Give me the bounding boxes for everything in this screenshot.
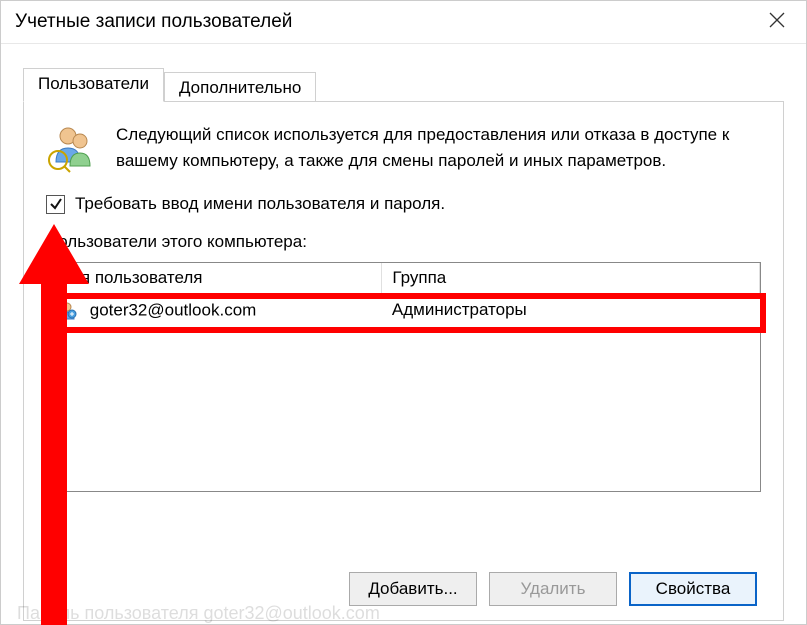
window-title: Учетные записи пользователей <box>15 11 292 33</box>
table-header-row: Имя пользователя Группа <box>47 263 760 293</box>
user-icon <box>57 300 77 320</box>
user-buttons-row: Добавить... Удалить Свойства <box>349 572 757 606</box>
close-icon[interactable] <box>760 7 794 37</box>
require-login-checkbox-row: Требовать ввод имени пользователя и паро… <box>46 194 761 214</box>
users-group-icon <box>46 122 98 174</box>
column-header-group[interactable]: Группа <box>382 263 760 293</box>
user-accounts-window: Учетные записи пользователей Пользовател… <box>0 0 807 625</box>
cell-group: Администраторы <box>382 293 760 326</box>
cutoff-text: Пароль пользователя goter32@outlook.com <box>17 603 380 624</box>
delete-button: Удалить <box>489 572 617 606</box>
require-login-label: Требовать ввод имени пользователя и паро… <box>75 194 445 214</box>
user-list-caption: Пользователи этого компьютера: <box>46 232 761 252</box>
column-header-username[interactable]: Имя пользователя <box>47 263 382 293</box>
user-table-container: Имя пользователя Группа <box>46 262 761 492</box>
titlebar: Учетные записи пользователей <box>1 1 806 44</box>
user-table: Имя пользователя Группа <box>47 263 760 326</box>
require-login-checkbox[interactable] <box>46 195 65 214</box>
tab-users[interactable]: Пользователи <box>23 68 164 102</box>
properties-button[interactable]: Свойства <box>629 572 757 606</box>
intro-text: Следующий список используется для предос… <box>116 122 761 174</box>
content-area: Пользователи Дополнительно Следующий спи… <box>1 44 806 621</box>
cell-username: goter32@outlook.com <box>90 300 257 319</box>
intro-row: Следующий список используется для предос… <box>46 122 761 174</box>
table-row[interactable]: goter32@outlook.com Администраторы <box>47 293 760 326</box>
tab-strip: Пользователи Дополнительно <box>23 68 784 102</box>
add-button[interactable]: Добавить... <box>349 572 477 606</box>
tab-panel-users: Следующий список используется для предос… <box>23 101 784 621</box>
tab-advanced[interactable]: Дополнительно <box>164 72 316 102</box>
